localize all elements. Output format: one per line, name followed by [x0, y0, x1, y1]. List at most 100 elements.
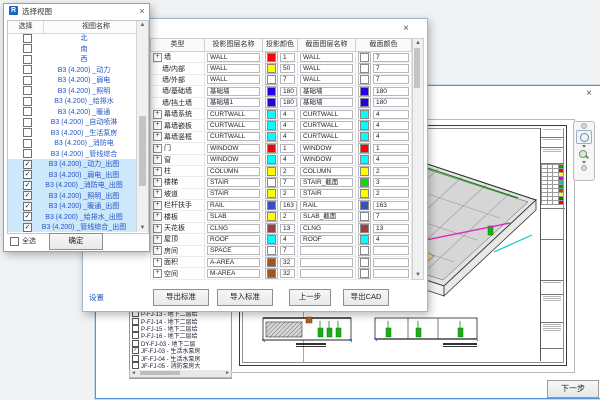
- expand-icon[interactable]: +: [153, 224, 162, 233]
- layer-name-input[interactable]: CURTWALL: [207, 110, 260, 119]
- color-number-input[interactable]: 2: [280, 167, 295, 176]
- view-checkbox[interactable]: [23, 139, 32, 148]
- color-swatch[interactable]: [265, 257, 278, 268]
- view-checkbox[interactable]: [23, 86, 32, 95]
- color-swatch[interactable]: [265, 120, 278, 131]
- mapping-table-vscrollbar[interactable]: ▲ ▼: [412, 38, 424, 280]
- sheet-checkbox[interactable]: [132, 332, 139, 339]
- layer-name-input[interactable]: [300, 246, 353, 255]
- color-number-input[interactable]: 4: [280, 235, 295, 244]
- expand-icon[interactable]: +: [153, 189, 162, 198]
- expand-icon[interactable]: +: [153, 155, 162, 164]
- view-checkbox[interactable]: [23, 170, 32, 179]
- close-icon[interactable]: ×: [582, 87, 596, 100]
- color-swatch[interactable]: [265, 211, 278, 222]
- mapping-table-row[interactable]: +天花板CLNG13CLNG13: [150, 223, 412, 234]
- color-number-input[interactable]: 1: [280, 144, 295, 153]
- color-swatch[interactable]: [358, 75, 371, 86]
- color-number-input[interactable]: 32: [280, 269, 295, 278]
- color-number-input[interactable]: 13: [373, 224, 409, 233]
- view-list-item[interactable]: B3 (4.200) _暖通: [8, 107, 136, 118]
- color-number-input[interactable]: 2: [280, 189, 295, 198]
- view-checkbox[interactable]: [23, 223, 32, 232]
- view-list-item[interactable]: B3 (4.200) _给排水_出图: [8, 212, 136, 223]
- zoom-dropdown-caret[interactable]: [582, 161, 586, 164]
- color-number-input[interactable]: 7: [373, 212, 409, 221]
- mapping-table-row[interactable]: +空间M-AREA32: [150, 268, 412, 279]
- mapping-table-row[interactable]: +楼板SLAB2SLAB_截面7: [150, 211, 412, 222]
- color-number-input[interactable]: 180: [373, 87, 409, 96]
- layer-name-input[interactable]: 基础墙: [300, 87, 353, 96]
- vscroll-thumb[interactable]: [414, 48, 420, 88]
- sheet-checkbox[interactable]: [132, 362, 139, 369]
- sheet-checkbox[interactable]: [132, 355, 139, 362]
- expand-icon[interactable]: +: [153, 258, 162, 267]
- color-swatch[interactable]: [265, 268, 278, 279]
- layer-name-input[interactable]: WINDOW: [207, 144, 260, 153]
- expand-icon[interactable]: +: [153, 53, 162, 62]
- color-swatch[interactable]: [358, 98, 371, 109]
- color-swatch[interactable]: [358, 211, 371, 222]
- color-number-input[interactable]: 180: [280, 98, 297, 107]
- color-swatch[interactable]: [265, 143, 278, 154]
- layer-name-input[interactable]: [300, 258, 353, 267]
- import-standard-button[interactable]: 导入标准: [217, 289, 273, 306]
- mapping-table-row[interactable]: +幕墙系统CURTWALL4CURTWALL4: [150, 109, 412, 120]
- expand-icon[interactable]: +: [153, 235, 162, 244]
- mapping-table-row[interactable]: +门WINDOW1WINDOW1: [150, 143, 412, 154]
- expand-icon[interactable]: +: [153, 201, 162, 210]
- view-checkbox[interactable]: [23, 65, 32, 74]
- layer-name-input[interactable]: WALL: [300, 64, 353, 73]
- mapping-table-row[interactable]: +房间SPACE7: [150, 246, 412, 257]
- layer-name-input[interactable]: STAIR: [207, 189, 260, 198]
- color-number-input[interactable]: 4: [373, 110, 409, 119]
- color-swatch[interactable]: [358, 200, 371, 211]
- color-number-input[interactable]: 4: [373, 121, 409, 130]
- view-checkbox[interactable]: [23, 118, 32, 127]
- scroll-down-arrow-icon[interactable]: ▼: [137, 224, 148, 232]
- view-checkbox[interactable]: [23, 149, 32, 158]
- mapping-table-row[interactable]: +幕墙嵌板CURTWALL4CURTWALL4: [150, 120, 412, 131]
- view-checkbox[interactable]: [23, 55, 32, 64]
- settings-link[interactable]: 设置: [89, 292, 104, 303]
- scroll-down-arrow-icon[interactable]: ▼: [413, 271, 423, 279]
- color-swatch[interactable]: [358, 166, 371, 177]
- mapping-table-row[interactable]: +幕墙竖框CURTWALL4CURTWALL4: [150, 132, 412, 143]
- vscroll-thumb[interactable]: [139, 116, 146, 186]
- view-list-item[interactable]: 西: [8, 54, 136, 65]
- layer-name-input[interactable]: WALL: [300, 53, 353, 62]
- hscroll-thumb[interactable]: [140, 371, 180, 375]
- mapping-table-row[interactable]: 墙/外部WALL7WALL7: [150, 75, 412, 86]
- next-step-button[interactable]: 下一步: [547, 380, 599, 398]
- color-swatch[interactable]: [358, 246, 371, 257]
- color-swatch[interactable]: [358, 132, 371, 143]
- color-number-input[interactable]: 7: [373, 64, 409, 73]
- view-list-item[interactable]: B3 (4.200) _生活泵房: [8, 128, 136, 139]
- color-swatch[interactable]: [265, 234, 278, 245]
- layer-name-input[interactable]: WINDOW: [300, 144, 353, 153]
- color-swatch[interactable]: [265, 223, 278, 234]
- view-checkbox[interactable]: [23, 34, 32, 43]
- layer-name-input[interactable]: WINDOW: [300, 155, 353, 164]
- layer-name-input[interactable]: STAIR: [300, 189, 353, 198]
- layer-name-input[interactable]: SLAB_截面: [300, 212, 353, 221]
- sheet-list-item[interactable]: JF-FJ-05 - 消防泵房大: [130, 362, 231, 369]
- layer-name-input[interactable]: CLNG: [300, 224, 353, 233]
- color-swatch[interactable]: [265, 189, 278, 200]
- sheet-checkbox[interactable]: ✓: [132, 347, 139, 354]
- color-number-input[interactable]: 180: [373, 98, 409, 107]
- layer-name-input[interactable]: WINDOW: [207, 155, 260, 164]
- color-swatch[interactable]: [265, 177, 278, 188]
- layer-name-input[interactable]: CURTWALL: [300, 121, 353, 130]
- mapping-table-row[interactable]: +面积A-AREA32: [150, 257, 412, 268]
- color-number-input[interactable]: 32: [280, 258, 295, 267]
- view-list-item[interactable]: B3 (4.200) _暖通_出图: [8, 201, 136, 212]
- layer-name-input[interactable]: STAIR: [207, 178, 260, 187]
- color-swatch[interactable]: [265, 52, 278, 63]
- color-swatch[interactable]: [358, 177, 371, 188]
- mapping-table-row[interactable]: +墙WALL1WALL7: [150, 52, 412, 63]
- color-swatch[interactable]: [265, 246, 278, 257]
- color-number-input[interactable]: 4: [373, 155, 409, 164]
- color-number-input[interactable]: 7: [373, 75, 409, 84]
- color-swatch[interactable]: [358, 86, 371, 97]
